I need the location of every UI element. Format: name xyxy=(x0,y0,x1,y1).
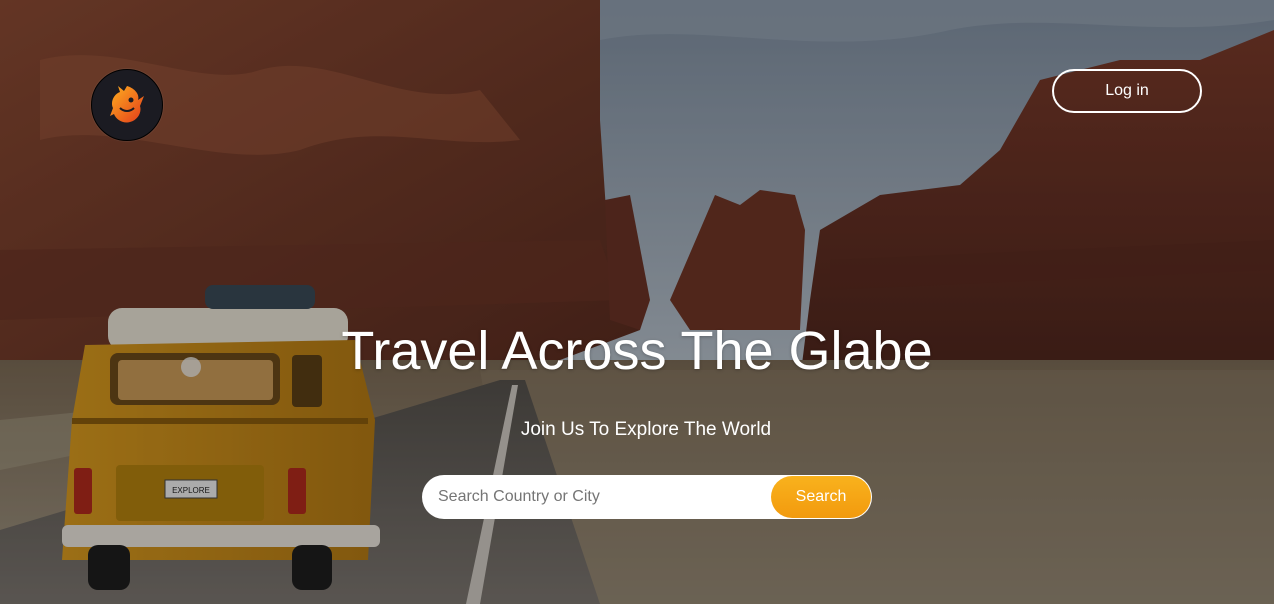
login-button[interactable]: Log in xyxy=(1052,69,1202,113)
dragon-icon xyxy=(110,86,144,123)
search-button[interactable]: Search xyxy=(771,476,871,518)
hero-section: EXPLORE Log in Travel Across The Glabe J… xyxy=(0,0,1274,604)
hero-subtitle: Join Us To Explore The World xyxy=(520,419,772,440)
hero-title: Travel Across The Glabe xyxy=(341,321,933,381)
search-bar: Search xyxy=(422,475,872,519)
dragon-logo-icon[interactable] xyxy=(91,69,163,141)
